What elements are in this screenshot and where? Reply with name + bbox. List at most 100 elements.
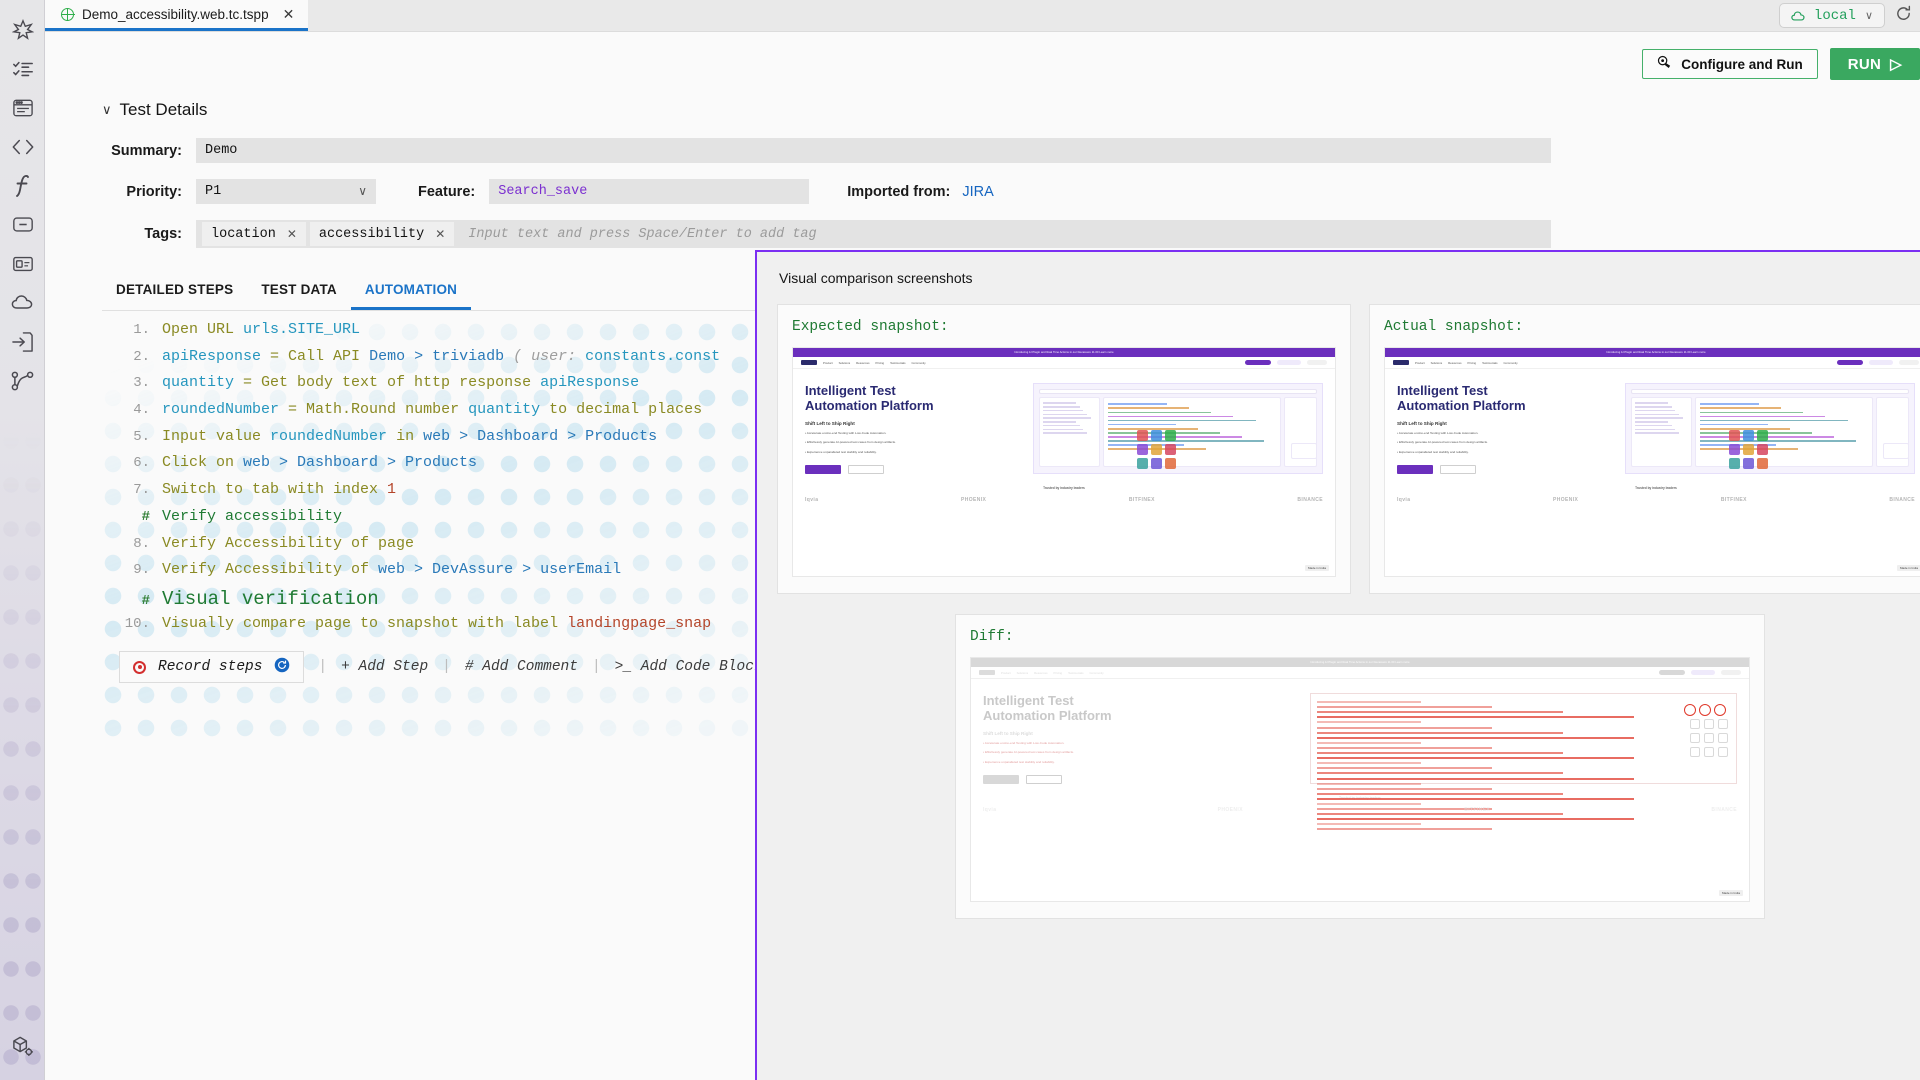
tab-detailed-steps[interactable]: DETAILED STEPS bbox=[102, 274, 247, 310]
code-token: apiResponse bbox=[540, 374, 639, 391]
priority-select[interactable]: P1 ∨ bbox=[196, 179, 376, 204]
devassure-logo-icon[interactable] bbox=[0, 10, 45, 49]
mock-hero-bullet: • Experience unparalleled test stability… bbox=[805, 450, 1023, 455]
actual-snapshot-image[interactable]: Introducing AI Plugin and Real Time Acti… bbox=[1384, 347, 1920, 577]
file-tab-label: Demo_accessibility.web.tc.tspp bbox=[82, 7, 269, 22]
mock-hero-bullet: • Accelerate end-to-end Testing with Low… bbox=[1397, 431, 1615, 436]
code-line-number: # bbox=[102, 509, 162, 525]
code-token: constants.const bbox=[585, 348, 720, 365]
record-steps-button[interactable]: Record steps bbox=[119, 651, 304, 683]
tag-remove-icon[interactable]: ✕ bbox=[435, 227, 445, 242]
run-label: RUN bbox=[1848, 56, 1881, 73]
feature-input[interactable]: Search_save bbox=[489, 179, 809, 204]
refresh-icon[interactable] bbox=[1895, 5, 1912, 27]
mock-hero-bullet: • Effortlessly generate AI-powered test … bbox=[805, 440, 1023, 445]
mock-banner: Introducing AI Plugin and Real Time Acti… bbox=[793, 348, 1335, 357]
mock-trusted-label: Trusted by industry leaders bbox=[1397, 486, 1915, 490]
import-file-icon[interactable] bbox=[0, 322, 45, 361]
code-token: in bbox=[396, 428, 414, 445]
mock-partner-logo: BINANCE bbox=[1711, 807, 1737, 813]
mock-hero-subtitle: Shift Left to Ship Right bbox=[1397, 421, 1615, 426]
imported-from-link[interactable]: JIRA bbox=[962, 184, 993, 200]
mock-nav-item: Pricing bbox=[1054, 671, 1063, 675]
checklist-icon[interactable] bbox=[0, 49, 45, 88]
code-line-number: 9. bbox=[102, 562, 162, 578]
mock-nav-item: Resources bbox=[1034, 671, 1047, 675]
code-token: Visual verification bbox=[162, 588, 379, 610]
action-separator: | bbox=[592, 659, 601, 675]
file-tab-demo-accessibility[interactable]: Demo_accessibility.web.tc.tspp ✕ bbox=[45, 0, 308, 31]
visual-comparison-modal: Visual comparison screenshots ✕ Expected… bbox=[755, 250, 1920, 1080]
left-rail bbox=[0, 0, 45, 1080]
code-token: quantity bbox=[468, 401, 540, 418]
mock-nav-item: Pricing bbox=[876, 361, 885, 365]
diff-label: Diff: bbox=[970, 629, 1750, 645]
code-token: roundedNumber bbox=[162, 401, 279, 418]
module-icon[interactable] bbox=[0, 205, 45, 244]
mock-cta-primary bbox=[1659, 670, 1685, 675]
mock-hero-left: Intelligent TestAutomation Platform Shift… bbox=[1397, 383, 1615, 474]
mock-hero-title: Intelligent TestAutomation Platform bbox=[1397, 383, 1615, 414]
environment-selector[interactable]: local ∨ bbox=[1779, 3, 1885, 28]
code-token: 1 bbox=[387, 481, 396, 498]
function-icon[interactable] bbox=[0, 166, 45, 205]
mock-nav-item: Resources bbox=[1448, 361, 1461, 365]
mock-banner: Introducing AI Plugin and Real Time Acti… bbox=[1385, 348, 1920, 357]
code-token: user: bbox=[531, 348, 576, 365]
code-token: roundedNumber bbox=[270, 428, 387, 445]
mock-signup-button bbox=[1440, 465, 1476, 474]
tags-input-box[interactable]: location ✕ accessibility ✕ Input text an… bbox=[196, 220, 1551, 248]
mock-nav-item: Product bbox=[823, 361, 833, 365]
record-steps-label: Record steps bbox=[158, 659, 262, 675]
code-line-number: 2. bbox=[102, 349, 162, 365]
git-branch-icon[interactable] bbox=[0, 361, 45, 400]
code-token: web > Dashboard > Products bbox=[243, 454, 477, 471]
mock-cta-secondary bbox=[1691, 670, 1715, 675]
cube-settings-icon[interactable] bbox=[0, 1027, 45, 1066]
add-step-button[interactable]: + Add Step bbox=[327, 659, 442, 675]
mock-cta-primary bbox=[1245, 360, 1271, 365]
code-token: Switch to tab with index bbox=[162, 481, 378, 498]
code-token: Math.Round number bbox=[306, 401, 459, 418]
mock-partner-logo: BITFINEX bbox=[1129, 497, 1155, 503]
diff-snapshot-image[interactable]: Introducing AI Plugin and Real Time Acti… bbox=[970, 657, 1750, 902]
tag-remove-icon[interactable]: ✕ bbox=[287, 227, 297, 242]
code-token: to decimal places bbox=[549, 401, 702, 418]
mock-partner-logo: Iqvia bbox=[1397, 497, 1410, 503]
mock-hero-screenshot bbox=[1033, 383, 1323, 474]
record-refresh-icon[interactable] bbox=[274, 657, 290, 678]
tag-chip[interactable]: location ✕ bbox=[202, 222, 306, 246]
code-token: Verify accessibility bbox=[162, 508, 342, 525]
priority-value: P1 bbox=[205, 184, 221, 199]
mock-hero-buttons bbox=[805, 465, 1023, 474]
code-line-number: 6. bbox=[102, 455, 162, 471]
main-area: Demo_accessibility.web.tc.tspp ✕ local ∨ bbox=[45, 0, 1920, 1080]
add-code-block-button[interactable]: >_ Add Code Block bbox=[601, 659, 777, 675]
cloud-icon[interactable] bbox=[0, 283, 45, 322]
mock-cta-secondary bbox=[1869, 360, 1893, 365]
file-tab-close-icon[interactable]: ✕ bbox=[283, 7, 295, 21]
chevron-down-icon: ∨ bbox=[1865, 9, 1873, 23]
code-token: Verify Accessibility of bbox=[162, 561, 369, 578]
mock-navbar: ProductSolutionsResourcesPricingTestimon… bbox=[971, 667, 1749, 679]
code-line-number: 1. bbox=[102, 322, 162, 338]
expected-snapshot-image[interactable]: Introducing AI Plugin and Real Time Acti… bbox=[792, 347, 1336, 577]
rail-dot-pattern bbox=[0, 430, 45, 1080]
tab-automation[interactable]: AUTOMATION bbox=[351, 274, 471, 310]
configure-and-run-button[interactable]: Configure and Run bbox=[1642, 49, 1818, 79]
mock-hero-bullet: • Experience unparalleled test stability… bbox=[1397, 450, 1615, 455]
tag-chip[interactable]: accessibility ✕ bbox=[310, 222, 454, 246]
tab-test-data[interactable]: TEST DATA bbox=[247, 274, 351, 310]
code-brackets-icon[interactable] bbox=[0, 127, 45, 166]
code-token: Demo > triviadb bbox=[369, 348, 504, 365]
mock-cta-tertiary bbox=[1307, 360, 1327, 365]
browser-page-icon[interactable] bbox=[0, 88, 45, 127]
add-comment-button[interactable]: # Add Comment bbox=[451, 659, 592, 675]
actual-snapshot-label: Actual snapshot: bbox=[1384, 319, 1920, 335]
run-button[interactable]: RUN ▷ bbox=[1830, 48, 1920, 80]
mock-partner-logo: Iqvia bbox=[805, 497, 818, 503]
test-details-header[interactable]: ∨ Test Details bbox=[102, 100, 1920, 120]
card-icon[interactable] bbox=[0, 244, 45, 283]
summary-input[interactable]: Demo bbox=[196, 138, 1551, 163]
code-token: web > Dashboard > Products bbox=[423, 428, 657, 445]
